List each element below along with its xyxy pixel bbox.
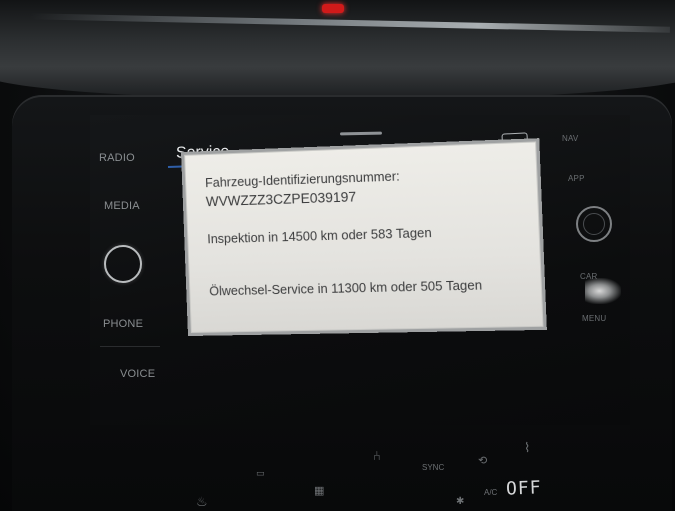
volume-knob[interactable]: [104, 245, 142, 283]
car-button[interactable]: CAR: [580, 272, 598, 281]
menu-button[interactable]: MENU: [582, 314, 606, 323]
seat-heat-icon[interactable]: ♨: [196, 494, 208, 510]
oil-service-due: Ölwechsel-Service in 11300 km oder 505 T…: [209, 278, 483, 299]
seat-icon[interactable]: ⑃: [373, 448, 381, 463]
phone-button[interactable]: PHONE: [103, 318, 143, 330]
front-defrost-icon[interactable]: ▦: [314, 484, 324, 497]
fan-icon[interactable]: ✱: [456, 496, 464, 507]
car-button-glare: [585, 278, 621, 304]
hazard-indicator-light: [322, 4, 344, 13]
temperature-display: OFF: [505, 477, 542, 500]
button-divider: [100, 346, 160, 347]
service-info-panel: Fahrzeug-Identifizierungsnummer: WVWZZZ3…: [181, 138, 547, 337]
tuning-knob[interactable]: [576, 206, 612, 242]
inspection-due: Inspektion in 14500 km oder 583 Tagen: [207, 225, 432, 247]
vin-value: WVWZZZ3CZPE039197: [205, 189, 357, 210]
media-button[interactable]: MEDIA: [104, 200, 140, 212]
vin-label: Fahrzeug-Identifizierungsnummer:: [204, 169, 400, 191]
car-dashboard-photo: RADIO MEDIA PHONE VOICE NAV APP CAR MENU…: [0, 0, 675, 511]
sync-button[interactable]: SYNC: [422, 463, 444, 472]
radio-button[interactable]: RADIO: [99, 152, 135, 164]
recirculation-icon[interactable]: ⟲: [478, 454, 487, 467]
tuning-knob-inner-ring: [583, 213, 605, 235]
ac-button[interactable]: A/C: [484, 488, 497, 497]
rear-defrost-icon[interactable]: ▭: [256, 468, 265, 479]
app-button[interactable]: APP: [568, 174, 585, 183]
nav-button[interactable]: NAV: [562, 134, 578, 143]
steering-heat-icon[interactable]: ⌇: [524, 440, 530, 456]
voice-button[interactable]: VOICE: [120, 368, 155, 380]
